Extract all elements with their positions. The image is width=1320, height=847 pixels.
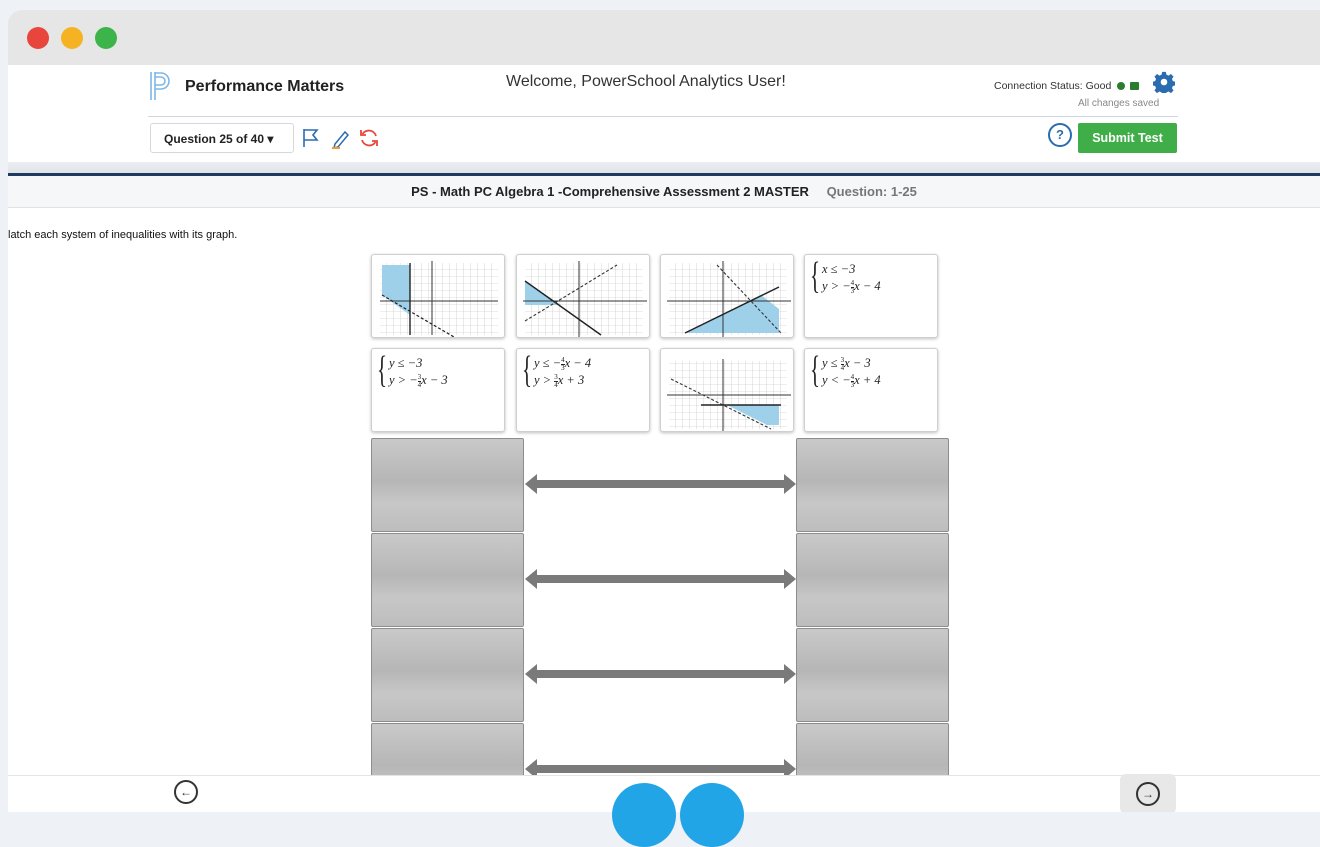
reset-icon[interactable] (358, 127, 380, 149)
inequality-line-2: y > 34x + 3 (534, 372, 591, 389)
term: y ≤ (822, 356, 841, 370)
arrow-right-icon[interactable]: → (1136, 782, 1160, 806)
graph-card-1[interactable] (371, 254, 505, 338)
header-divider (148, 116, 1178, 117)
inequality-card-4[interactable]: { x ≤ −3 y > −4 3 x − 4 (804, 254, 938, 338)
help-button[interactable]: ? (1048, 123, 1072, 147)
question-prompt: latch each system of inequalities with i… (8, 229, 238, 241)
toolbar-shadow (8, 162, 1320, 173)
term: x + 4 (854, 373, 881, 387)
inequality-line-1: y ≤ −3 (389, 356, 423, 370)
inequality-line-2: y > −4 3 x − 4 (822, 278, 881, 295)
pencil-icon[interactable] (330, 127, 352, 149)
connection-status-text: Connection Status: Good (994, 80, 1112, 92)
save-status: All changes saved (1078, 98, 1160, 109)
term: y > − (389, 373, 418, 387)
inequality-line-1: y ≤ −4 3 x − 4 (534, 355, 591, 372)
term: y > − (822, 279, 851, 293)
submit-test-button[interactable]: Submit Test (1078, 123, 1177, 153)
question-selector[interactable]: Question 25 of 40 ▾ (150, 123, 294, 153)
drop-zone-right-3[interactable] (796, 628, 949, 722)
thumbs-up-icon (1130, 82, 1140, 91)
close-window-button[interactable] (27, 27, 49, 49)
term: y > (534, 373, 555, 387)
inequality-system-6: { y ≤ −4 3 x − 4 y > 34x + 3 (522, 351, 591, 389)
brace-symbol: { (810, 349, 821, 391)
drop-zone-left-2[interactable] (371, 533, 524, 627)
browser-window: Performance Matters Welcome, PowerSchool… (8, 10, 1320, 812)
inequality-line-1: x ≤ −3 (822, 262, 856, 276)
drop-zone-left-1[interactable] (371, 438, 524, 532)
maximize-window-button[interactable] (95, 27, 117, 49)
test-title-bar: PS - Math PC Algebra 1 -Comprehensive As… (8, 176, 1320, 208)
double-arrow-icon (525, 474, 796, 494)
gear-icon[interactable] (1153, 71, 1175, 93)
term: x − 3 (421, 373, 448, 387)
drop-zone-left-3[interactable] (371, 628, 524, 722)
minimize-window-button[interactable] (61, 27, 83, 49)
term: x − 4 (564, 356, 592, 370)
welcome-message: Welcome, PowerSchool Analytics User! (506, 73, 786, 90)
inequality-graph-2 (523, 261, 647, 337)
inequality-system-4: { x ≤ −3 y > −4 3 x − 4 (810, 257, 881, 295)
inequality-line-2: y < −4 3 x + 4 (822, 372, 881, 389)
graph-card-2[interactable] (516, 254, 650, 338)
decorative-logo-shape (680, 783, 744, 847)
performance-matters-logo-icon (150, 72, 170, 100)
test-title: PS - Math PC Algebra 1 -Comprehensive As… (411, 184, 809, 199)
brace-symbol: { (377, 349, 388, 391)
brand-name: Performance Matters (185, 78, 345, 95)
term: y ≤ − (534, 356, 562, 370)
brace-symbol: { (522, 349, 533, 391)
status-good-icon (1117, 82, 1126, 91)
inequality-graph-1 (380, 261, 498, 337)
inequality-line-1: y ≤ 34x − 3 (822, 355, 881, 372)
graph-card-7[interactable] (660, 348, 794, 432)
arrow-left-icon[interactable]: ← (174, 780, 198, 804)
flag-icon[interactable] (300, 127, 322, 149)
inequality-system-8: { y ≤ 34x − 3 y < −4 3 x + 4 (810, 351, 881, 389)
term: x − 3 (844, 356, 871, 370)
inequality-card-5[interactable]: { y ≤ −3 y > −3 4 x − 3 (371, 348, 505, 432)
question-number: Question: 1-25 (826, 184, 917, 199)
next-button[interactable]: → (1120, 774, 1176, 812)
inequality-card-6[interactable]: { y ≤ −4 3 x − 4 y > 34x + 3 (516, 348, 650, 432)
double-arrow-icon (525, 664, 796, 684)
term: x − 4 (854, 279, 881, 293)
inequality-system-5: { y ≤ −3 y > −3 4 x − 3 (377, 351, 448, 389)
double-arrow-icon (525, 569, 796, 589)
drop-zone-right-2[interactable] (796, 533, 949, 627)
brace-symbol: { (810, 255, 821, 297)
term: x + 3 (557, 373, 585, 387)
inequality-graph-3 (667, 261, 791, 337)
inequality-line-2: y > −3 4 x − 3 (389, 372, 448, 389)
title-bar (8, 10, 1320, 65)
graph-card-3[interactable] (660, 254, 794, 338)
connection-status: Connection Status: Good (994, 80, 1140, 92)
inequality-card-8[interactable]: { y ≤ 34x − 3 y < −4 3 x + 4 (804, 348, 938, 432)
drop-zone-right-1[interactable] (796, 438, 949, 532)
inequality-graph-7 (667, 359, 791, 431)
app-header: Performance Matters Welcome, PowerSchool… (8, 65, 1320, 173)
decorative-logo-shape (612, 783, 676, 847)
term: y < − (822, 373, 851, 387)
